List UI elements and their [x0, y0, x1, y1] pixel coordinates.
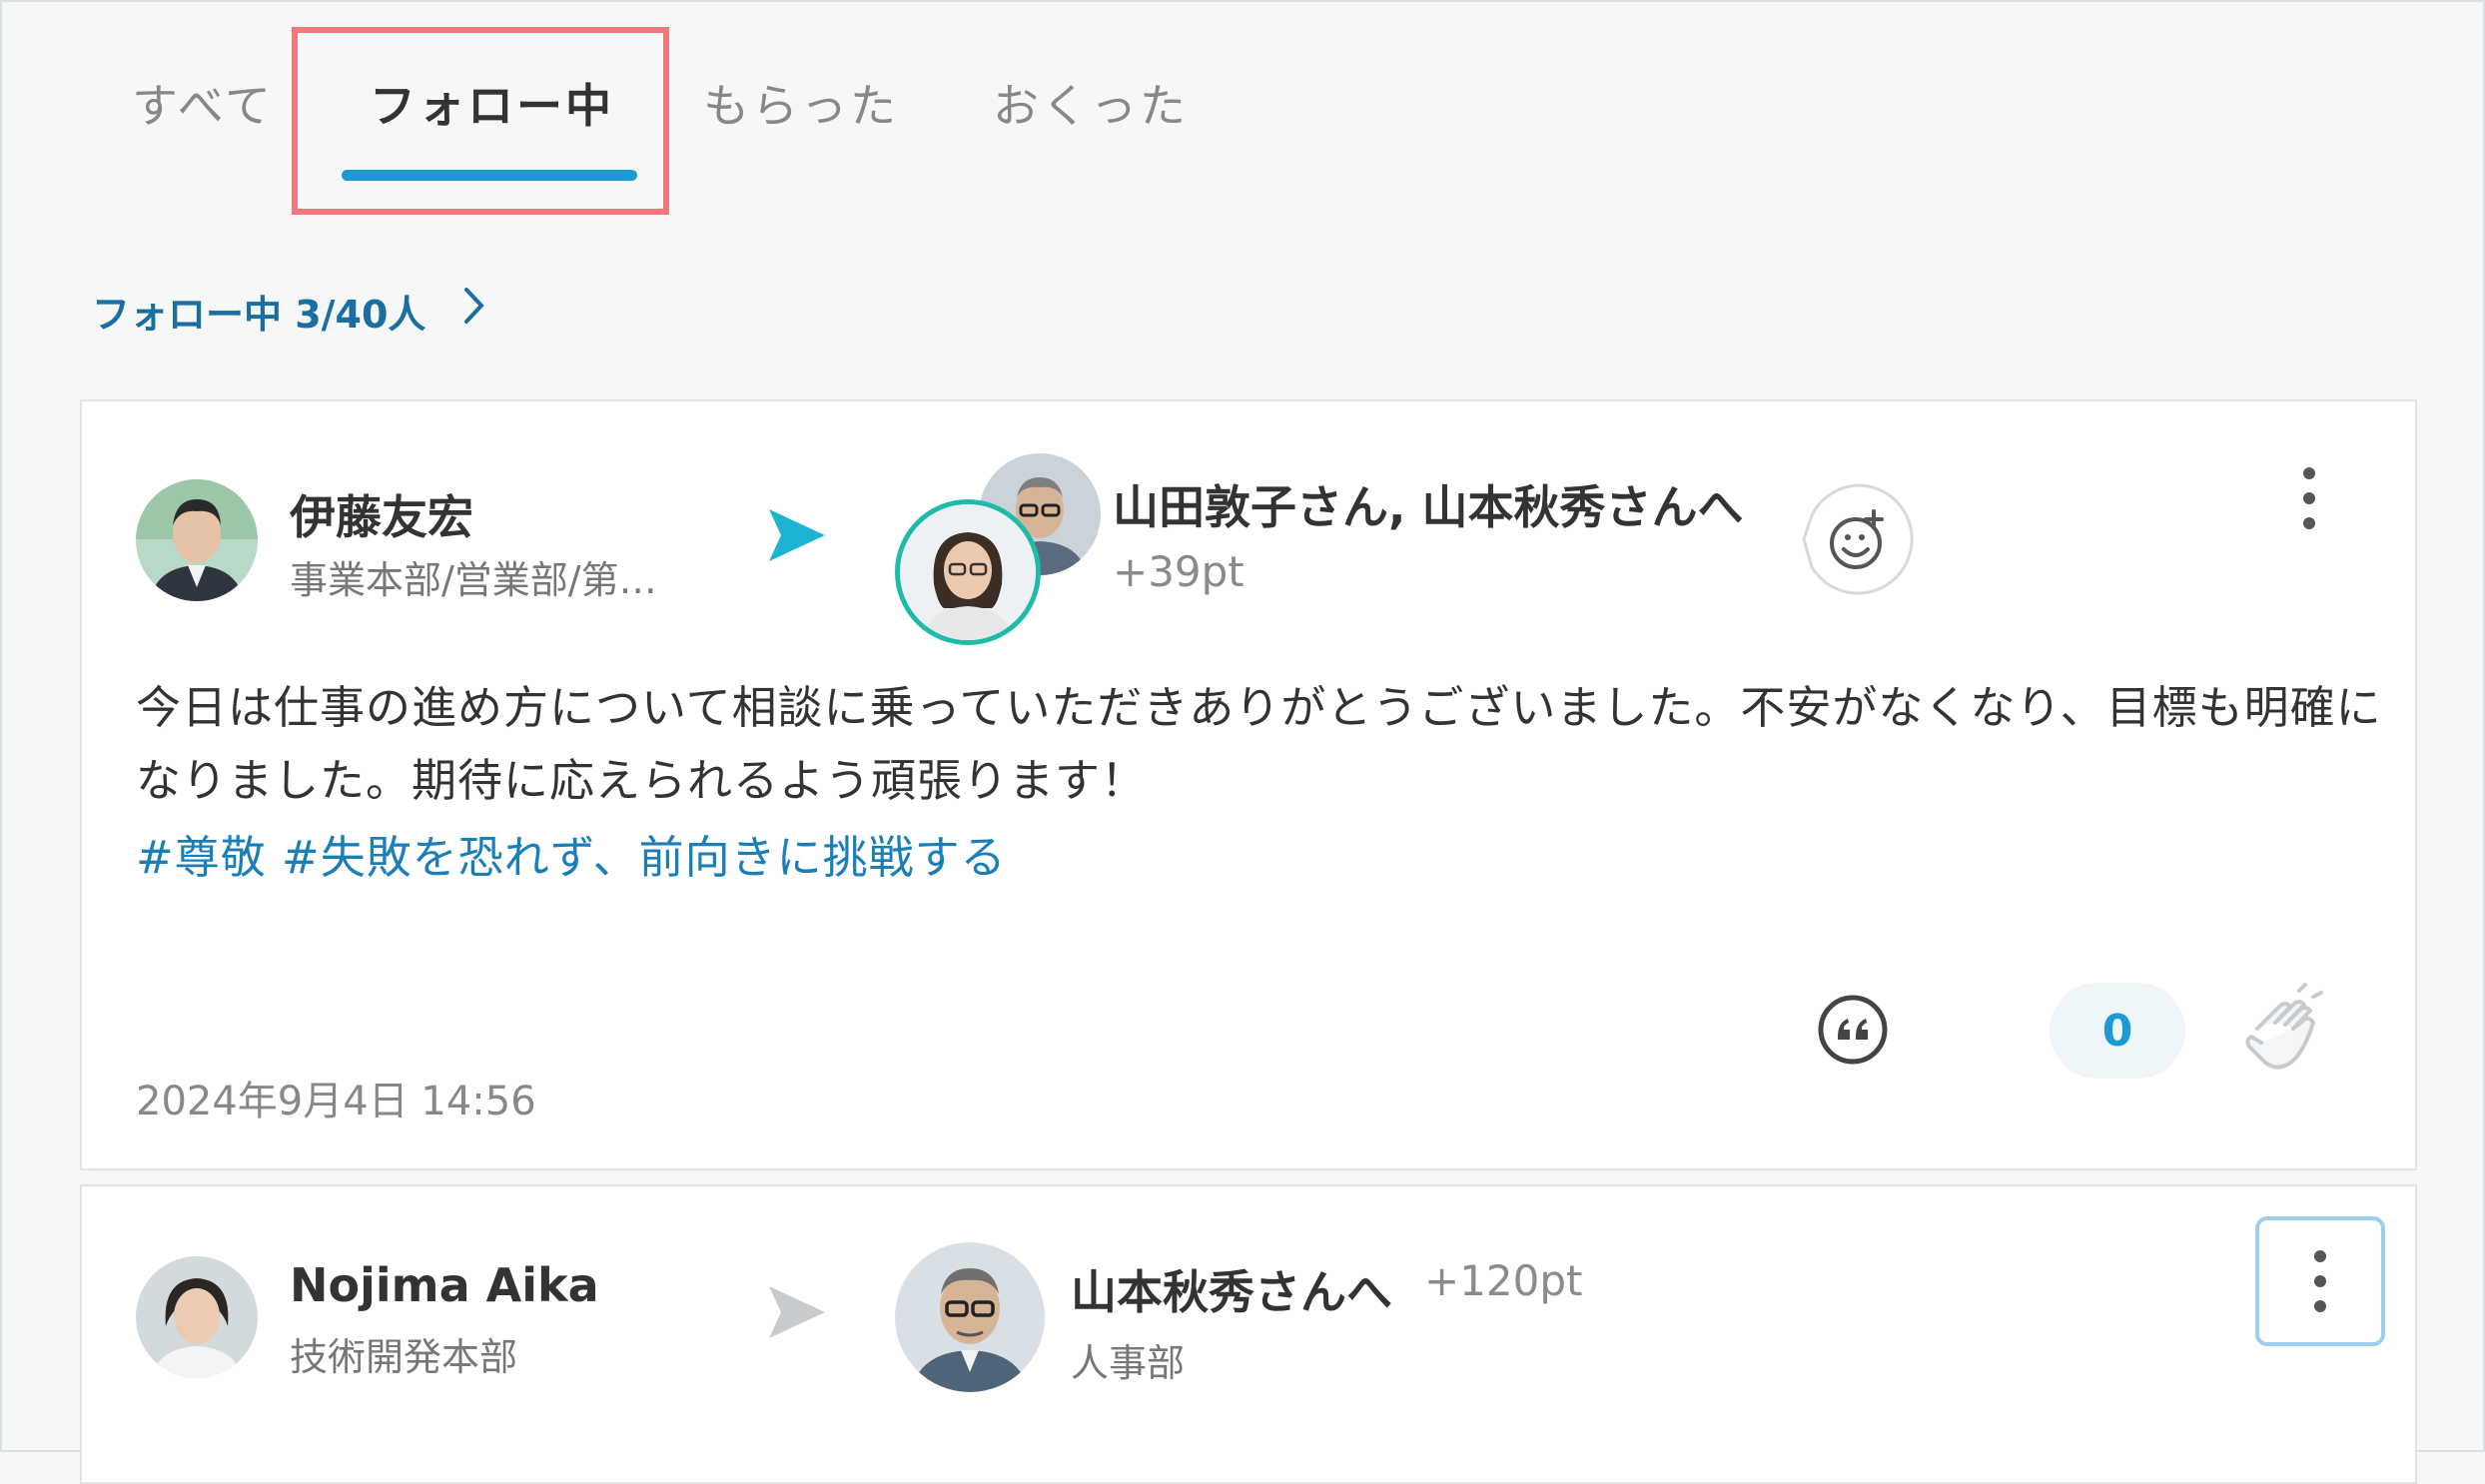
- clap-button[interactable]: [2235, 983, 2331, 1079]
- quote-button[interactable]: [1816, 993, 1890, 1067]
- add-reaction-button[interactable]: [1800, 481, 1916, 597]
- sender-dept: 事業本部/営業部/第…: [290, 558, 657, 602]
- recipients-label[interactable]: 山本秋秀さんへ: [1071, 1256, 1392, 1322]
- send-arrow-icon: [765, 505, 829, 569]
- clap-count[interactable]: 0: [2050, 983, 2185, 1079]
- smiley-plus-icon: [1802, 483, 1914, 595]
- points-label: +120pt: [1424, 1256, 1583, 1305]
- following-count-label: フォロー中 3/40人: [92, 293, 426, 337]
- tab-bar: すべて フォロー中 もらった おくった: [2, 2, 2483, 215]
- post-card: 伊藤友宏 事業本部/営業部/第… 山田敦子さん, 山本秋秀さんへ +39pt 今…: [80, 399, 2417, 1170]
- sender-avatar[interactable]: [136, 1256, 258, 1378]
- following-count-link[interactable]: フォロー中 3/40人: [92, 284, 487, 339]
- post-message: 今日は仕事の進め方について相談に乗っていただきありがとうございました。不安がなく…: [136, 681, 2382, 807]
- recipients-label[interactable]: 山田敦子さん, 山本秋秀さんへ: [1113, 471, 1744, 537]
- recipients-names: 山田敦子さん, 山本秋秀さんへ: [1113, 480, 1744, 534]
- recipients-names: 山本秋秀さんへ: [1071, 1265, 1392, 1319]
- sender-name[interactable]: Nojima Aika: [290, 1258, 599, 1312]
- chevron-right-icon: [461, 286, 487, 337]
- sender-name[interactable]: 伊藤友宏: [290, 481, 473, 547]
- sender-dept: 技術開発本部: [290, 1335, 518, 1379]
- post-card: Nojima Aika 技術開発本部 山本秋秀さんへ +120pt 人事部: [80, 1184, 2417, 1484]
- sender-avatar[interactable]: [136, 479, 258, 601]
- timeline-panel: すべて フォロー中 もらった おくった フォロー中 3/40人 伊藤友宏 事業本…: [0, 0, 2485, 1484]
- post-tags[interactable]: #尊敬 #失敗を恐れず、前向きに挑戦する: [136, 821, 1007, 886]
- recipient-avatar-primary[interactable]: [895, 499, 1041, 645]
- kebab-icon: [2303, 467, 2315, 529]
- kebab-icon: [2314, 1250, 2326, 1312]
- points-label: +39pt: [1113, 547, 1244, 596]
- recipient-dept: 人事部: [1071, 1341, 1186, 1385]
- tab-received[interactable]: もらった: [703, 70, 899, 136]
- send-arrow-icon: [765, 1282, 829, 1346]
- quote-icon: [1818, 995, 1888, 1065]
- more-options-button[interactable]: [2255, 1216, 2385, 1346]
- more-options-button[interactable]: [2297, 465, 2321, 531]
- highlight-box: [292, 27, 669, 215]
- tab-all[interactable]: すべて: [132, 70, 274, 136]
- clap-icon: [2245, 983, 2323, 1070]
- post-timestamp: 2024年9月4日 14:56: [136, 1079, 536, 1124]
- tab-sent[interactable]: おくった: [993, 70, 1189, 136]
- recipient-avatar[interactable]: [895, 1242, 1045, 1392]
